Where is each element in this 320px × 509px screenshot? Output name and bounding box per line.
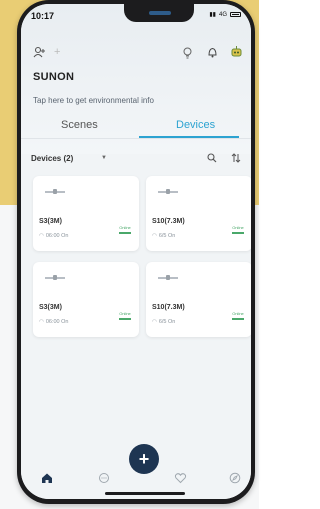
online-badge: Online (232, 225, 244, 234)
filter-caret-icon[interactable]: ▼ (101, 155, 107, 161)
status-indicators: ▮▮ 4G (209, 11, 241, 18)
home-indicator (105, 492, 185, 495)
sort-icon[interactable] (231, 153, 241, 165)
fan-icon (158, 272, 178, 284)
chat-icon[interactable] (98, 472, 110, 487)
heart-scan-icon[interactable] (174, 472, 187, 487)
device-schedule: ◠ 06:00 On (39, 233, 69, 239)
device-schedule: ◠ 6/5 On (152, 319, 176, 325)
devices-count-dropdown[interactable]: Devices (2) (31, 154, 73, 163)
wifi-icon: ◠ (39, 319, 44, 325)
robot-icon[interactable] (230, 45, 243, 62)
fan-icon (158, 186, 178, 198)
wifi-icon: ◠ (152, 233, 157, 239)
home-icon[interactable] (41, 472, 53, 487)
online-badge: Online (119, 225, 131, 234)
tab-devices[interactable]: Devices (176, 119, 215, 131)
tab-scenes[interactable]: Scenes (61, 119, 98, 131)
device-card[interactable]: S3(3M) ◠ 06:00 On Online (33, 262, 139, 337)
device-card[interactable]: S10(7.3M) ◠ 6/5 On Online (146, 262, 251, 337)
app-screen: 10:17 ▮▮ 4G + SUNON Tap here to get envi… (21, 4, 251, 499)
online-badge: Online (119, 311, 131, 320)
dynamic-island (149, 11, 171, 15)
tab-divider (21, 138, 251, 139)
brand-name: SUNON (33, 71, 75, 83)
device-schedule: ◠ 06:00 On (39, 319, 69, 325)
wifi-icon: ◠ (152, 319, 157, 325)
device-schedule: ◠ 6/5 On (152, 233, 176, 239)
user-add-icon[interactable] (33, 46, 46, 62)
device-name: S3(3M) (39, 218, 62, 225)
device-card[interactable]: S10(7.3M) ◠ 6/5 On Online (146, 176, 251, 251)
status-time: 10:17 (31, 11, 55, 21)
environment-info-link[interactable]: Tap here to get environmental info (33, 96, 154, 105)
wifi-icon: ◠ (39, 233, 44, 239)
network-label: 4G (218, 11, 227, 18)
signal-icon: ▮▮ (209, 12, 216, 18)
add-fab-button[interactable]: + (129, 444, 159, 474)
search-icon[interactable] (207, 153, 217, 165)
device-card[interactable]: S3(3M) ◠ 06:00 On Online (33, 176, 139, 251)
online-badge: Online (232, 311, 244, 320)
fan-icon (45, 272, 65, 284)
device-name: S3(3M) (39, 304, 62, 311)
device-name: S10(7.3M) (152, 304, 185, 311)
battery-icon (230, 12, 241, 17)
lightbulb-icon[interactable] (182, 47, 193, 62)
device-name: S10(7.3M) (152, 218, 185, 225)
fan-icon (45, 186, 65, 198)
compass-icon[interactable] (229, 472, 241, 487)
bell-icon[interactable] (207, 46, 218, 61)
plus-icon[interactable]: + (54, 47, 60, 58)
